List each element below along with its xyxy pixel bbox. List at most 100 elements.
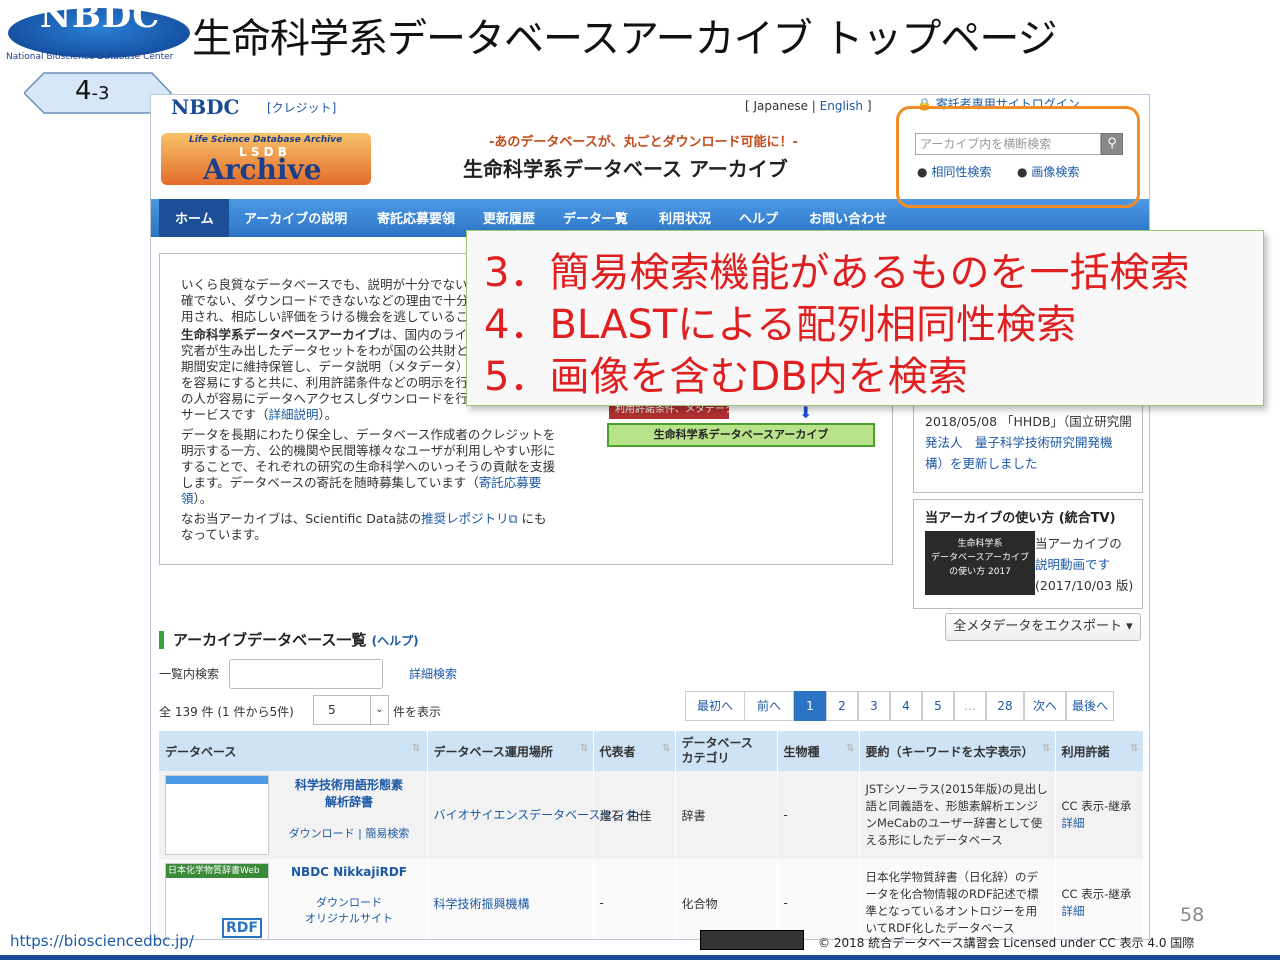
license-cell: CC 表示-継承 詳細 xyxy=(1055,771,1144,859)
db-name-link[interactable]: NBDC NikkajiRDF xyxy=(279,865,419,879)
page-first[interactable]: 最初へ xyxy=(685,691,745,721)
table-row: 日本化学物質辞書Web RDF NBDC NikkajiRDF ダウンロード オ… xyxy=(159,859,1144,939)
archive-logo[interactable]: Life Science Database Archive L S D B Ar… xyxy=(161,133,371,186)
tv-description: 当アーカイブの 説明動画です (2017/10/03 版) xyxy=(1035,536,1134,593)
tv-video-link[interactable]: 説明動画です xyxy=(1035,554,1133,575)
slide-title: 生命科学系データベースアーカイブ トップページ xyxy=(192,16,1058,62)
license-cell: CC 表示-継承 詳細 xyxy=(1055,859,1144,939)
db-name-link[interactable]: 科学技術用語形態素 解析辞書 xyxy=(279,777,419,811)
database-table: データベース ⇅ データベース運用場所 ⇅ 代表者 ⇅ データベース カテゴリ 生物種… xyxy=(159,731,1144,939)
table-row: 科学技術用語形態素 解析辞書 ダウンロード | 簡易検索 バイオサイエンスデータ… xyxy=(159,771,1144,859)
archive-site-screenshot: NBDC [クレジット] [ Japanese | English ] 🔒 寄託… xyxy=(150,94,1150,940)
db-links[interactable]: ダウンロード オリジナルサイト xyxy=(279,895,419,927)
callout-line-3: 3．簡易検索機能があるものを一括検索 xyxy=(484,250,1190,296)
license-detail-link[interactable]: 詳細 xyxy=(1062,903,1137,920)
intro-p3: データを長期にわたり保全し、データベース作成者のクレジットを 明示する一方、公的機… xyxy=(181,427,556,506)
page-5[interactable]: 5 xyxy=(922,691,954,721)
col-category[interactable]: データベース カテゴリ xyxy=(675,731,778,771)
chevron-down-icon: ⌄ xyxy=(370,696,388,724)
detail-description-link[interactable]: 詳細説明 xyxy=(269,407,319,422)
site-url[interactable]: https://biosciencedbc.jp/ xyxy=(10,932,194,950)
site-cell[interactable]: バイオサイエンスデータベースセンター xyxy=(427,771,649,859)
callout-line-4: 4．BLASTによる配列相同性検索 xyxy=(484,302,1077,348)
nav-about[interactable]: アーカイブの説明 xyxy=(244,208,347,227)
nav-contact[interactable]: お問い合わせ xyxy=(809,208,887,227)
nav-home[interactable]: ホーム xyxy=(175,208,214,227)
page-1[interactable]: 1 xyxy=(794,691,826,721)
archive-logo-small: Life Science Database Archive xyxy=(189,135,343,145)
sort-icon: ⇅ xyxy=(846,742,855,754)
slide-number: 58 xyxy=(1180,904,1205,926)
intro-p1: いくら良質なデータベースでも、説明が十分でない 確でない、ダウンロードできないなど… xyxy=(181,277,469,324)
page-next[interactable]: 次へ xyxy=(1024,691,1066,721)
tv-video-thumbnail[interactable]: 生命科学系 データベースアーカイブ の使い方 2017 xyxy=(925,531,1035,595)
db-cell: 科学技術用語形態素 解析辞書 ダウンロード | 簡易検索 xyxy=(159,771,428,859)
nav-data-list[interactable]: データ一覧 xyxy=(563,208,628,227)
filter-label: 一覧内検索 xyxy=(159,667,220,681)
diagram-archive-box: 生命科学系データベースアーカイブ xyxy=(607,423,875,447)
tv-panel-title: 当アーカイブの使い方 (統合TV) xyxy=(925,511,1116,526)
nav-deposit[interactable]: 寄託応募要領 xyxy=(377,208,455,227)
rep-cell: 建石 由佳 xyxy=(593,771,676,859)
nav-usage[interactable]: 利用状況 xyxy=(659,208,711,227)
external-link-icon: ⧉ xyxy=(508,511,518,526)
db-thumbnail[interactable]: 日本化学物質辞書Web RDF xyxy=(165,863,269,939)
col-license[interactable]: 利用許諾 ⇅ xyxy=(1055,731,1144,771)
col-representative[interactable]: 代表者 ⇅ xyxy=(593,731,676,771)
species-cell: - xyxy=(777,859,860,939)
help-link[interactable]: (ヘルプ) xyxy=(372,634,419,648)
search-highlight-ring xyxy=(896,106,1140,208)
page-last[interactable]: 最後へ xyxy=(1066,691,1114,721)
page-3[interactable]: 3 xyxy=(858,691,890,721)
col-summary[interactable]: 要約（キーワードを太字表示） ⇅ xyxy=(859,731,1056,771)
page-2[interactable]: 2 xyxy=(826,691,858,721)
english-link[interactable]: English xyxy=(820,99,863,113)
news-item: 2018/05/08 「HHDB」（国立研究開 発法人 量子科学技術研究開発機 構）… xyxy=(925,414,1132,471)
thumbnail-label: 日本化学物質辞書Web xyxy=(166,864,268,878)
footer-bar xyxy=(0,955,1280,960)
site-cell[interactable]: 科学技術振興機構 xyxy=(427,859,594,939)
per-page-select[interactable]: 5 ⌄ xyxy=(313,695,389,725)
recommended-repository-link[interactable]: 推奨レポジトリ xyxy=(421,511,509,526)
col-species[interactable]: 生物種 ⇅ xyxy=(777,731,860,771)
db-thumbnail[interactable] xyxy=(165,775,269,855)
nav-help[interactable]: ヘルプ xyxy=(739,208,778,227)
intro-p4: なお当アーカイブは、Scientific Data誌の推奨レポジトリ⧉ にも なっ… xyxy=(181,511,547,542)
nbdc-logo-subtitle: National Bioscience Database Center xyxy=(6,52,174,62)
advanced-search-link[interactable]: 詳細検索 xyxy=(409,665,457,682)
archive-logo-word: Archive xyxy=(203,153,322,186)
intro-p2: 生命科学系データベースアーカイブは、国内のライ 究者が生み出したデータセットをわが… xyxy=(181,327,469,422)
cc-license-badge xyxy=(700,930,804,950)
sort-icon: ⇅ xyxy=(1042,742,1051,754)
per-page-label: 件を表示 xyxy=(393,705,442,719)
language-switch: [ Japanese | English ] xyxy=(745,99,872,113)
db-links[interactable]: ダウンロード | 簡易検索 xyxy=(279,825,419,841)
page-prev[interactable]: 前へ xyxy=(744,691,794,721)
credit-link[interactable]: [クレジット] xyxy=(267,99,336,116)
summary-cell: 日本化学物質辞書（日化辞）のデータを化合物情報のRDF記述で標準となっているオン… xyxy=(859,859,1056,939)
export-metadata-button[interactable]: 全メタデータをエクスポート ▾ xyxy=(945,613,1141,641)
deposit-guide-link-cont[interactable]: 領 xyxy=(181,491,194,506)
rdf-logo: RDF xyxy=(222,918,262,938)
table-header-row: データベース ⇅ データベース運用場所 ⇅ 代表者 ⇅ データベース カテゴリ 生物種… xyxy=(159,731,1144,771)
species-cell: - xyxy=(777,771,860,859)
rep-cell: - xyxy=(593,859,676,939)
filter-input[interactable] xyxy=(229,659,383,689)
sort-icon: ⇅ xyxy=(580,742,589,754)
sort-icon: ⇅ xyxy=(662,742,671,754)
category-cell: 化合物 xyxy=(675,859,778,939)
summary-cell: JSTシソーラス(2015年版)の見出し語と同義語を、形態素解析エンジンMeCa… xyxy=(859,771,1056,859)
col-database[interactable]: データベース ⇅ xyxy=(159,731,428,771)
sort-icon: ⇅ xyxy=(1130,742,1139,754)
license-detail-link[interactable]: 詳細 xyxy=(1062,815,1137,832)
page-4[interactable]: 4 xyxy=(890,691,922,721)
col-site[interactable]: データベース運用場所 ⇅ xyxy=(427,731,594,771)
page-28[interactable]: 28 xyxy=(986,691,1024,721)
nbdc-logo-text: NBDC xyxy=(40,0,161,36)
db-list-heading: アーカイブデータベース一覧 (ヘルプ) xyxy=(173,631,419,649)
site-header-logo: NBDC xyxy=(171,95,240,119)
callout-line-5: 5．画像を含むDB内を検索 xyxy=(484,354,968,400)
deposit-guide-link[interactable]: 寄託応募要 xyxy=(479,475,542,490)
heading-marker xyxy=(159,631,164,649)
nav-history[interactable]: 更新履歴 xyxy=(483,208,535,227)
